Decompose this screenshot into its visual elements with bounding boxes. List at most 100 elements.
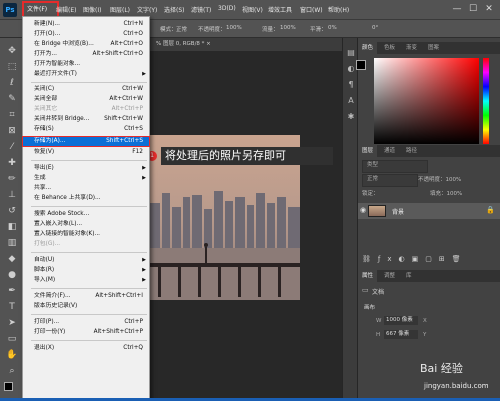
menu-item-close-to-bridge[interactable]: 关闭并转到 Bridge... Shift+Ctrl+W xyxy=(23,115,149,124)
menu-image[interactable]: 图像(I) xyxy=(83,5,101,14)
menu-item-exit[interactable]: 退出(X) Ctrl+Q xyxy=(23,344,149,353)
tab-layers[interactable]: 图层 xyxy=(358,145,378,157)
rectangle-tool-icon[interactable]: ▭ xyxy=(5,334,19,344)
stamp-tool-icon[interactable]: ⊥ xyxy=(5,190,19,200)
paragraph-panel-icon[interactable]: ¶ xyxy=(346,80,356,90)
tab-swatches[interactable]: 色板 xyxy=(380,42,399,54)
menu-item-import[interactable]: 导入(M) ▶ xyxy=(23,276,149,285)
menu-view[interactable]: 视图(V) xyxy=(242,5,263,14)
menu-item-close-others[interactable]: 关闭其它 Alt+Ctrl+P xyxy=(23,105,149,114)
path-select-tool-icon[interactable]: ➤ xyxy=(5,318,19,328)
menu-item-save-as[interactable]: 存储为(A)... Shift+Ctrl+S xyxy=(22,136,150,147)
menu-item-share-behance[interactable]: 在 Behance 上共享(D)... xyxy=(23,194,149,203)
menu-window[interactable]: 窗口(W) xyxy=(300,5,323,14)
tab-paths[interactable]: 路径 xyxy=(402,145,421,157)
layer-actions-icons[interactable]: ⛓ƒx◐▣▢⊞🗑 xyxy=(362,255,468,263)
menu-item-close[interactable]: 关闭(C) Ctrl+W xyxy=(23,85,149,94)
history-panel-icon[interactable]: ▤ xyxy=(346,48,356,58)
tab-color[interactable]: 颜色 xyxy=(358,42,378,54)
maximize-icon[interactable]: ☐ xyxy=(466,3,480,16)
menu-item-save[interactable]: 存储(S) Ctrl+S xyxy=(23,125,149,134)
angle-field[interactable]: 0° xyxy=(372,25,378,31)
brush-tool-icon[interactable]: ✏ xyxy=(5,174,19,184)
character-panel-icon[interactable]: A xyxy=(346,96,356,106)
panel-foreground-swatch[interactable] xyxy=(356,60,366,70)
hue-slider[interactable] xyxy=(483,58,489,144)
eye-visibility-icon[interactable]: ◉ xyxy=(360,206,366,214)
tab-patterns[interactable]: 图案 xyxy=(424,42,443,54)
menu-edit[interactable]: 编辑(E) xyxy=(56,5,76,14)
flow-field[interactable]: 100% xyxy=(280,25,296,31)
menu-item-place-embedded[interactable]: 置入嵌入对象(L)... xyxy=(23,220,149,229)
menu-item-version-history[interactable]: 版本历史记录(V) xyxy=(23,302,149,311)
menu-item-search-stock[interactable]: 搜索 Adobe Stock... xyxy=(23,210,149,219)
zoom-tool-icon[interactable]: ⌕ xyxy=(5,366,19,376)
menu-item-place-linked[interactable]: 置入链接的智能对象(K)... xyxy=(23,230,149,239)
eraser-tool-icon[interactable]: ◧ xyxy=(5,222,19,232)
tab-adjustments[interactable]: 调整 xyxy=(380,270,399,282)
menu-item-open[interactable]: 打开(O)... Ctrl+O xyxy=(23,30,149,39)
type-tool-icon[interactable]: T xyxy=(5,302,19,312)
menu-item-share[interactable]: 共享... xyxy=(23,184,149,193)
menu-item-automate[interactable]: 自动(U) ▶ xyxy=(23,256,149,265)
gradient-tool-icon[interactable]: ▥ xyxy=(5,238,19,248)
tab-properties[interactable]: 属性 xyxy=(358,270,378,282)
minimize-icon[interactable]: — xyxy=(450,3,464,16)
foreground-color-swatch[interactable] xyxy=(4,382,13,391)
tab-gradients[interactable]: 渐变 xyxy=(402,42,421,54)
layer-fill[interactable]: 填充：100% xyxy=(430,189,462,197)
menu-item-recent[interactable]: 最近打开文件(T) ▶ xyxy=(23,70,149,79)
menu-plugins[interactable]: 增效工具 xyxy=(268,5,292,14)
smoothing-field[interactable]: 0% xyxy=(328,25,337,31)
quick-select-tool-icon[interactable]: ✎ xyxy=(5,94,19,104)
properties-doc-label: 文档 xyxy=(372,289,385,296)
eyedropper-tool-icon[interactable]: ⁄ xyxy=(5,142,19,152)
menu-item-open-as[interactable]: 打开为... Alt+Shift+Ctrl+O xyxy=(23,50,149,59)
menu-item-print-one[interactable]: 打印一份(Y) Alt+Shift+Ctrl+P xyxy=(23,328,149,337)
submenu-arrow-icon: ▶ xyxy=(142,165,146,171)
lasso-tool-icon[interactable]: ℓ xyxy=(5,78,19,88)
hand-tool-icon[interactable]: ✋ xyxy=(5,350,19,360)
menu-item-close-all[interactable]: 关闭全部 Alt+Ctrl+W xyxy=(23,95,149,104)
crop-tool-icon[interactable]: ⌗ xyxy=(5,110,19,120)
pen-tool-icon[interactable]: ✒ xyxy=(5,286,19,296)
menu-select[interactable]: 选择(S) xyxy=(164,5,185,14)
menu-item-file-info[interactable]: 文件简介(F)... Alt+Shift+Ctrl+I xyxy=(23,292,149,301)
menu-help[interactable]: 帮助(H) xyxy=(328,5,349,14)
layer-kind-filter[interactable]: 类型 xyxy=(362,160,428,173)
menu-3d[interactable]: 3D(D) xyxy=(218,5,236,12)
menu-item-browse-bridge[interactable]: 在 Bridge 中浏览(B)... Alt+Ctrl+O xyxy=(23,40,149,49)
move-tool-icon[interactable]: ✥ xyxy=(5,46,19,56)
brushes-panel-icon[interactable]: ✱ xyxy=(346,112,356,122)
history-brush-tool-icon[interactable]: ↺ xyxy=(5,206,19,216)
healing-tool-icon[interactable]: ✚ xyxy=(5,158,19,168)
marquee-tool-icon[interactable]: ⬚ xyxy=(5,62,19,72)
menu-item-revert[interactable]: 恢复(V) F12 xyxy=(23,148,149,157)
layer-opacity[interactable]: 不透明度：100% xyxy=(418,175,461,183)
menu-item-new[interactable]: 新建(N)... Ctrl+N xyxy=(23,20,149,29)
dodge-tool-icon[interactable]: ● xyxy=(5,270,19,280)
menu-item-scripts[interactable]: 脚本(R) ▶ xyxy=(23,266,149,275)
blend-mode-select[interactable]: 正常 xyxy=(362,174,418,187)
adjustments-panel-icon[interactable]: ◐ xyxy=(346,64,356,74)
color-picker-field[interactable] xyxy=(374,58,479,144)
menu-item-generate[interactable]: 生成 ▶ xyxy=(23,174,149,183)
frame-tool-icon[interactable]: ⊠ xyxy=(5,126,19,136)
tab-libraries[interactable]: 库 xyxy=(402,270,416,282)
mode-select[interactable]: 正常 xyxy=(176,25,187,33)
menu-layer[interactable]: 图层(L) xyxy=(110,5,130,14)
layers-panel-tabs: 图层 通道 路径 xyxy=(358,145,500,157)
menu-filter[interactable]: 滤镜(T) xyxy=(191,5,211,14)
menu-item-print[interactable]: 打印(P)... Ctrl+P xyxy=(23,318,149,327)
menu-type[interactable]: 文字(Y) xyxy=(137,5,157,14)
opacity-field[interactable]: 100% xyxy=(226,25,242,31)
close-icon[interactable]: ✕ xyxy=(482,3,496,16)
menu-item-export[interactable]: 导出(E) ▶ xyxy=(23,164,149,173)
menu-item-package[interactable]: 打包(G)... xyxy=(23,240,149,249)
tab-channels[interactable]: 通道 xyxy=(380,145,399,157)
document-tab[interactable]: % 图层 0, RGB/8 * × xyxy=(150,38,342,51)
blur-tool-icon[interactable]: ◆ xyxy=(5,254,19,264)
canvas-width-field[interactable]: 1000 像素 xyxy=(384,316,418,325)
menu-item-open-smart-object[interactable]: 打开为智能对象... xyxy=(23,60,149,69)
canvas-height-field[interactable]: 667 像素 xyxy=(384,330,418,339)
